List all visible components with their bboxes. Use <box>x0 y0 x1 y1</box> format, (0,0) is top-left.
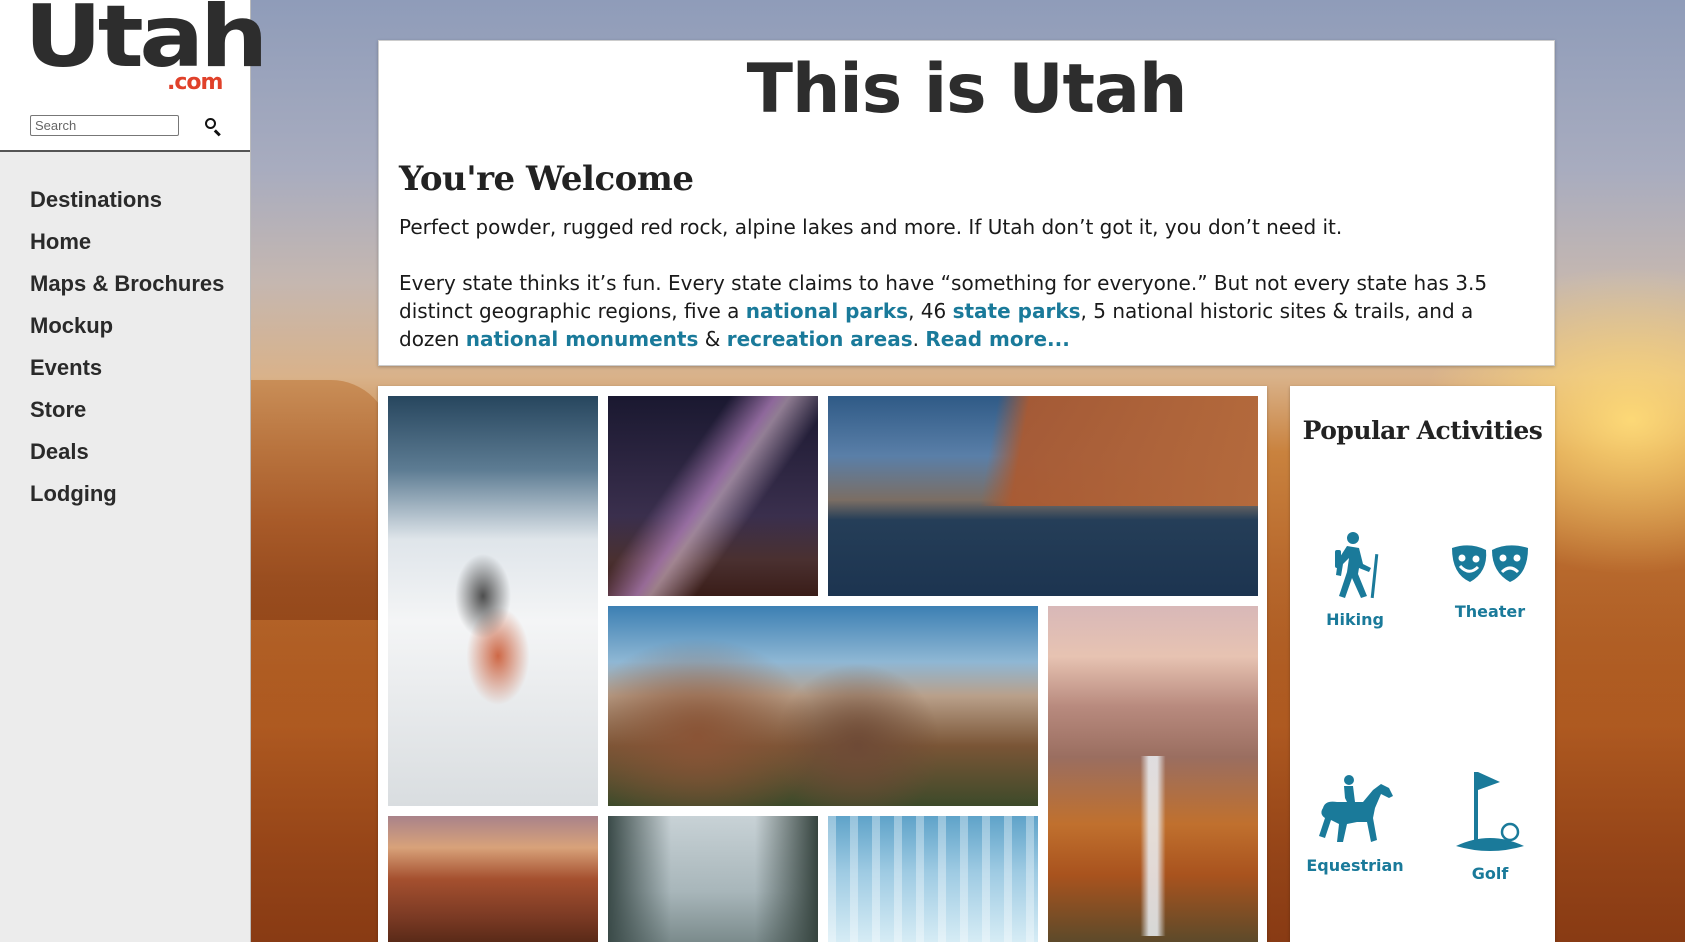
national-monuments-link[interactable]: national monuments <box>466 327 699 351</box>
page-title: This is Utah <box>746 50 1188 129</box>
popular-activities-panel: Popular Activities Hiking Theater Equest… <box>1290 386 1555 942</box>
nav-item-deals[interactable]: Deals <box>0 436 250 478</box>
activity-equestrian[interactable]: Equestrian <box>1290 774 1420 875</box>
site-logo[interactable]: Utah <box>24 0 268 80</box>
activities-title: Popular Activities <box>1302 416 1543 445</box>
nav-item-home[interactable]: Home <box>0 226 250 268</box>
photo-milky-way-arch[interactable] <box>608 396 818 596</box>
photo-misty-forest[interactable] <box>608 816 818 942</box>
photo-river-canyon[interactable] <box>828 396 1258 596</box>
theater-masks-icon <box>1452 545 1528 582</box>
search-bar <box>30 115 223 136</box>
photo-waterfall[interactable] <box>1048 606 1258 942</box>
state-parks-link[interactable]: state parks <box>953 299 1081 323</box>
activity-label-theater: Theater <box>1454 602 1526 621</box>
photo-gallery <box>378 386 1267 942</box>
nav-item-maps-brochures[interactable]: Maps & Brochures <box>0 268 250 310</box>
brand-header: Utah .com <box>0 0 268 152</box>
activity-theater[interactable]: Theater <box>1425 542 1555 621</box>
photo-ice-formation[interactable] <box>828 816 1038 942</box>
horse-rider-icon <box>1319 775 1393 842</box>
activity-label-golf: Golf <box>1471 864 1509 883</box>
intro-text: & <box>698 327 727 351</box>
site-logo-suffix: .com <box>167 70 223 95</box>
read-more-link[interactable]: Read more... <box>925 327 1070 351</box>
photo-skier[interactable] <box>388 396 598 806</box>
hiking-icon <box>1335 532 1379 599</box>
search-input[interactable] <box>30 115 179 136</box>
nav-item-mockup[interactable]: Mockup <box>0 310 250 352</box>
golf-flag-icon <box>1456 772 1524 851</box>
nav-item-destinations[interactable]: Destinations <box>0 184 250 226</box>
nav-item-store[interactable]: Store <box>0 394 250 436</box>
recreation-areas-link[interactable]: recreation areas <box>727 327 913 351</box>
activity-label-equestrian: Equestrian <box>1306 856 1404 875</box>
photo-zion-peaks[interactable] <box>608 606 1038 806</box>
intro-card: This is Utah You're Welcome Perfect powd… <box>378 40 1555 366</box>
nav-item-events[interactable]: Events <box>0 352 250 394</box>
intro-text: , 46 <box>908 299 953 323</box>
activity-label-hiking: Hiking <box>1326 610 1384 629</box>
main-nav: Destinations Home Maps & Brochures Mocku… <box>0 152 250 520</box>
nav-item-lodging[interactable]: Lodging <box>0 478 250 520</box>
sidebar: Utah .com Destinations Home Maps & Broch… <box>0 0 268 942</box>
intro-subtitle: You're Welcome <box>399 159 694 199</box>
intro-text: . <box>912 327 926 351</box>
photo-red-canyon-lake[interactable] <box>388 816 598 942</box>
national-parks-link[interactable]: national parks <box>746 299 908 323</box>
intro-paragraph-1: Perfect powder, rugged red rock, alpine … <box>399 215 1343 239</box>
intro-paragraph-2: Every state thinks it’s fun. Every state… <box>399 269 1534 353</box>
activity-golf[interactable]: Golf <box>1425 770 1555 883</box>
search-icon[interactable] <box>203 116 223 136</box>
activity-hiking[interactable]: Hiking <box>1290 530 1420 629</box>
